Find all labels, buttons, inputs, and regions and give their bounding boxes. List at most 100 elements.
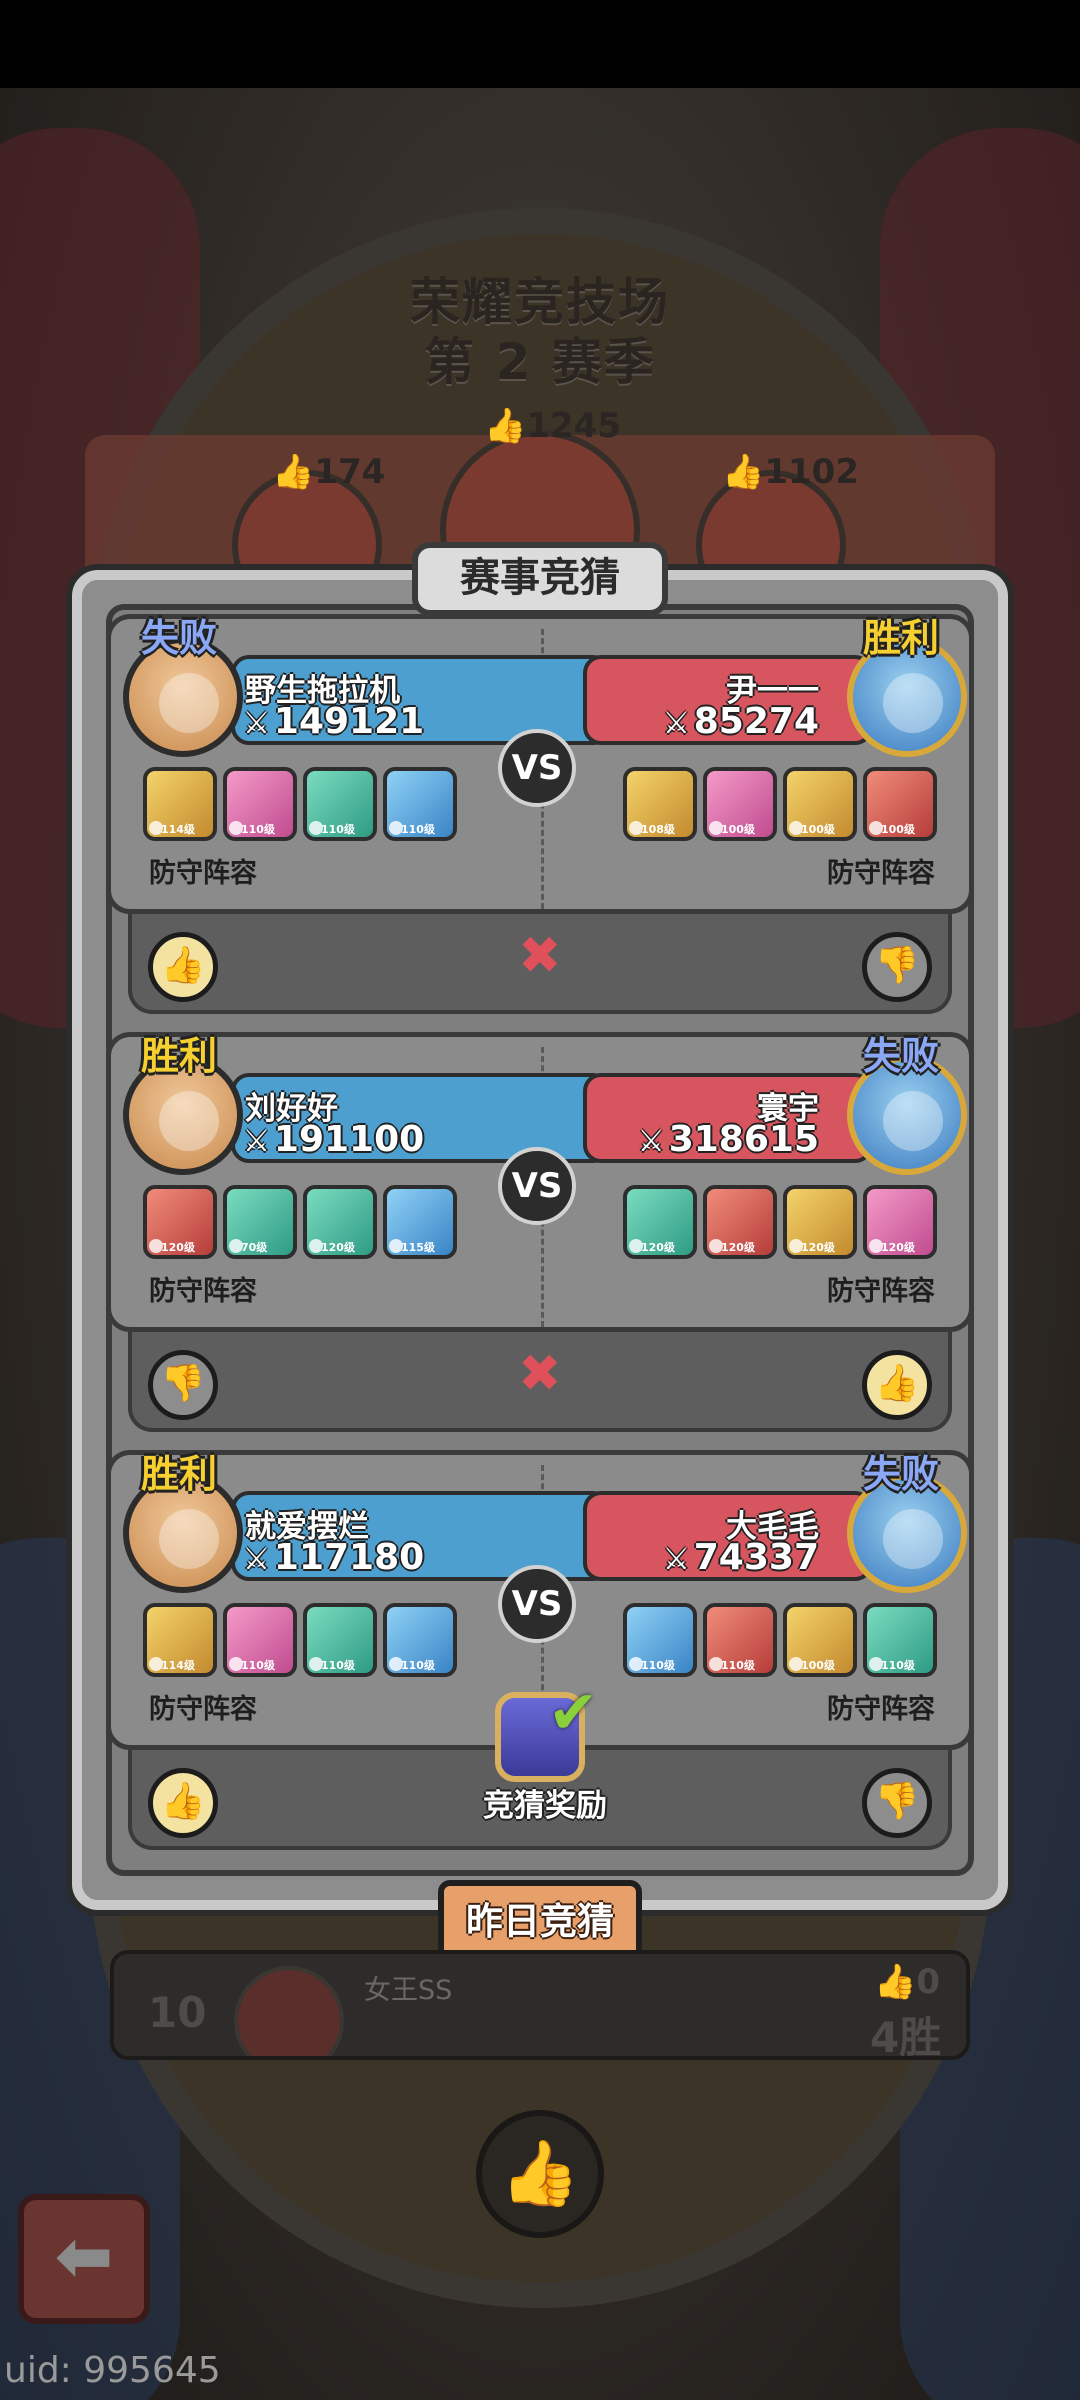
hero-portrait[interactable]: 110级 [303,767,377,841]
avatar [234,1966,344,2056]
power-value: ⚔ 117180 [243,1537,425,1578]
hero-level: 120级 [801,1241,835,1254]
hero-portrait[interactable]: 120级 [143,1185,217,1259]
hero-portrait[interactable]: 120级 [863,1185,937,1259]
podium-like-1: 👍1245 [484,406,621,446]
reward-label: 竞猜奖励 [483,1788,607,1824]
hero-level: 110级 [401,823,435,836]
hero-portrait[interactable]: 100级 [863,767,937,841]
hero-level: 100级 [721,823,755,836]
hero-level: 120级 [641,1241,675,1254]
hero-portrait[interactable]: 100级 [783,1603,857,1677]
vs-badge: VS [498,1147,576,1225]
bet-reward-button[interactable]: ✔ 竞猜奖励 [470,1678,610,1824]
close-icon: ✖ [518,926,562,986]
rank-wins: 4胜 [870,2013,942,2060]
player-bar-right: 尹一一 ⚔ 85274 [583,655,873,745]
back-button[interactable]: ⬅ [18,2194,150,2324]
hero-portrait[interactable]: 110级 [863,1603,937,1677]
hero-lineup-left: 114级 110级 110级 110级 [143,1603,457,1677]
hero-portrait[interactable]: 110级 [383,767,457,841]
hero-lineup-left: 114级 110级 110级 110级 [143,767,457,841]
hero-portrait[interactable]: 120级 [623,1185,697,1259]
thumb-up-icon[interactable]: 👍 [148,932,218,1002]
thumb-up-icon: 👍 [272,452,315,492]
power-value: ⚔ 318615 [637,1119,819,1160]
power-icon: ⚔ [243,1542,270,1577]
match-card: 刘好好 ⚔ 191100 寰宇 ⚔ 318615 胜利 失败 VS 120级 70级… [106,1032,974,1332]
panel-title: 赛事竞猜 [412,542,668,616]
result-badge: 胜利 [141,1452,218,1496]
hero-portrait[interactable]: 120级 [303,1185,377,1259]
hero-portrait[interactable]: 110级 [303,1603,377,1677]
hero-lineup-left: 120级 70级 120级 115级 [143,1185,457,1259]
hero-level: 120级 [321,1241,355,1254]
hero-portrait[interactable]: 114级 [143,767,217,841]
thumb-up-icon: 👍 [484,406,527,446]
result-badge: 胜利 [141,1034,218,1078]
hero-level: 120级 [721,1241,755,1254]
player-bar-left: 刘好好 ⚔ 191100 [231,1073,611,1163]
hero-portrait[interactable]: 110级 [623,1603,697,1677]
power-icon: ⚔ [662,706,690,741]
result-badge: 失败 [863,1452,940,1496]
hero-portrait[interactable]: 70级 [223,1185,297,1259]
vs-badge: VS [498,1565,576,1643]
hero-portrait[interactable]: 110级 [223,1603,297,1677]
hero-portrait[interactable]: 100级 [703,767,777,841]
game-screen: 荣耀竞技场 第 2 赛季 👍174 👍1245 👍1102 赛事竞猜 野生拖拉机… [0,0,1080,2400]
hero-level: 114级 [161,823,195,836]
hero-portrait[interactable]: 114级 [143,1603,217,1677]
lineup-label: 防守阵容 [827,1694,935,1725]
hero-level: 70级 [241,1241,268,1254]
hero-level: 110级 [721,1659,755,1672]
result-badge: 失败 [141,616,218,660]
hero-level: 100级 [881,823,915,836]
hero-level: 110级 [241,823,275,836]
thumb-up-icon[interactable]: 👍 [862,1350,932,1420]
player-bar-right: 寰宇 ⚔ 318615 [583,1073,873,1163]
hero-portrait[interactable]: 120级 [703,1185,777,1259]
thumb-down-icon[interactable]: 👎 [148,1350,218,1420]
lineup-label: 防守阵容 [149,1276,257,1307]
rank-number: 10 [148,1988,207,2037]
hero-portrait[interactable]: 110级 [383,1603,457,1677]
rank-row[interactable]: 10 女王SS 👍0 4胜 [110,1950,970,2060]
thumb-up-icon: 👍 [874,1962,917,2002]
hero-portrait[interactable]: 100级 [783,767,857,841]
hero-level: 115级 [401,1241,435,1254]
hero-portrait[interactable]: 120级 [783,1185,857,1259]
hero-level: 110级 [321,1659,355,1672]
power-icon: ⚔ [637,1124,665,1159]
back-arrow-icon: ⬅ [54,2215,114,2297]
lineup-label: 防守阵容 [827,1276,935,1307]
hero-lineup-right: 108级 100级 100级 100级 [623,767,937,841]
close-icon: ✖ [518,1344,562,1404]
hero-level: 114级 [161,1659,195,1672]
thumb-up-icon[interactable]: 👍 [148,1768,218,1838]
hero-level: 120级 [161,1241,195,1254]
like-button[interactable]: 👍 [476,2110,604,2238]
hero-portrait[interactable]: 115级 [383,1185,457,1259]
hero-level: 120级 [881,1241,915,1254]
arena-season: 第 2 赛季 [424,333,656,391]
power-value: ⚔ 74337 [662,1537,819,1578]
thumb-down-icon[interactable]: 👎 [862,1768,932,1838]
hero-portrait[interactable]: 108级 [623,767,697,841]
lineup-label: 防守阵容 [149,1694,257,1725]
thumb-down-icon[interactable]: 👎 [862,932,932,1002]
hero-level: 100级 [801,1659,835,1672]
thumb-up-icon: 👍 [722,452,765,492]
power-icon: ⚔ [243,706,270,741]
match-card: 野生拖拉机 ⚔ 149121 尹一一 ⚔ 85274 失败 胜利 VS 114级 1… [106,614,974,914]
hero-level: 110级 [401,1659,435,1672]
hero-portrait[interactable]: 110级 [223,767,297,841]
check-icon: ✔ [548,1678,599,1748]
player-bar-left: 野生拖拉机 ⚔ 149121 [231,655,611,745]
power-value: ⚔ 149121 [243,701,425,742]
hero-level: 100级 [801,823,835,836]
power-value: ⚔ 191100 [243,1119,425,1160]
hero-portrait[interactable]: 110级 [703,1603,777,1677]
power-value: ⚔ 85274 [662,701,819,742]
bet-row: 👎 ✖ 👍 [128,1332,952,1432]
